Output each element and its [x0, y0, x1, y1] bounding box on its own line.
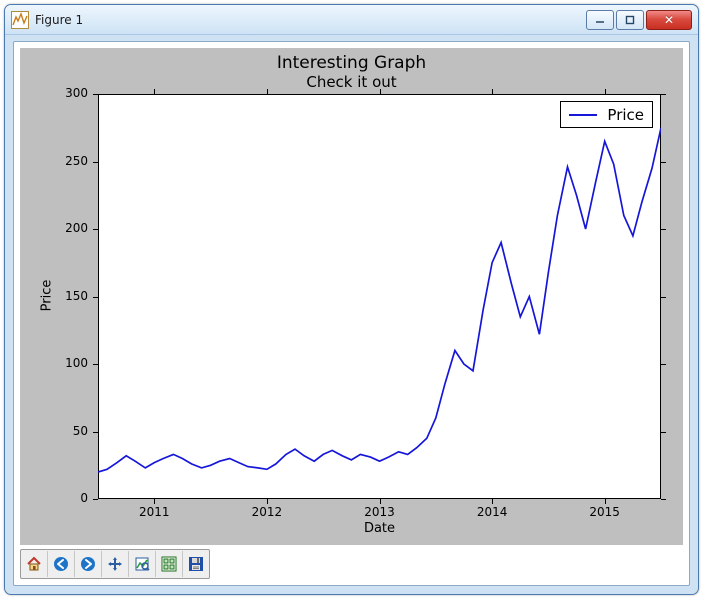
y-tick-label: 50: [20, 424, 88, 438]
toolbar-subplots-button[interactable]: [156, 551, 183, 577]
legend: Price: [560, 101, 653, 128]
x-tick-label: 2014: [467, 505, 517, 519]
x-tick-label: 2013: [355, 505, 405, 519]
toolbar-pan-button[interactable]: [102, 551, 129, 577]
toolbar-save-button[interactable]: [183, 551, 209, 577]
legend-label: Price: [607, 106, 644, 124]
title-bar: Figure 1 ✕: [5, 5, 698, 35]
figure-canvas: Interesting GraphCheck it out05010015020…: [20, 48, 683, 545]
mpl-toolbar: [20, 549, 210, 579]
toolbar-home-button[interactable]: [21, 551, 48, 577]
client-area: Interesting GraphCheck it out05010015020…: [13, 41, 690, 586]
y-tick-label: 300: [20, 86, 88, 100]
maximize-button[interactable]: [616, 10, 644, 30]
toolbar-zoom-button[interactable]: [129, 551, 156, 577]
axes: [98, 94, 661, 499]
y-axis-label: Price: [40, 268, 55, 322]
x-tick-label: 2015: [580, 505, 630, 519]
window-controls: ✕: [586, 10, 692, 30]
window-title: Figure 1: [35, 13, 83, 27]
app-icon: [11, 11, 29, 29]
figure-window: { "window": { "title": "Figure 1" }, "to…: [4, 4, 699, 595]
minimize-button[interactable]: [586, 10, 614, 30]
toolbar-forward-button[interactable]: [75, 551, 102, 577]
x-tick-label: 2012: [242, 505, 292, 519]
legend-swatch: [569, 114, 597, 116]
y-tick-label: 250: [20, 154, 88, 168]
chart-title: Interesting GraphCheck it out: [20, 54, 683, 91]
chart-title-sub: Check it out: [20, 74, 683, 91]
x-axis-label: Date: [98, 521, 661, 536]
close-button[interactable]: ✕: [646, 10, 692, 30]
y-tick-label: 200: [20, 221, 88, 235]
x-tick-label: 2011: [129, 505, 179, 519]
y-tick-label: 0: [20, 491, 88, 505]
chart-title-main: Interesting Graph: [20, 54, 683, 74]
y-tick-label: 100: [20, 356, 88, 370]
toolbar-back-button[interactable]: [48, 551, 75, 577]
